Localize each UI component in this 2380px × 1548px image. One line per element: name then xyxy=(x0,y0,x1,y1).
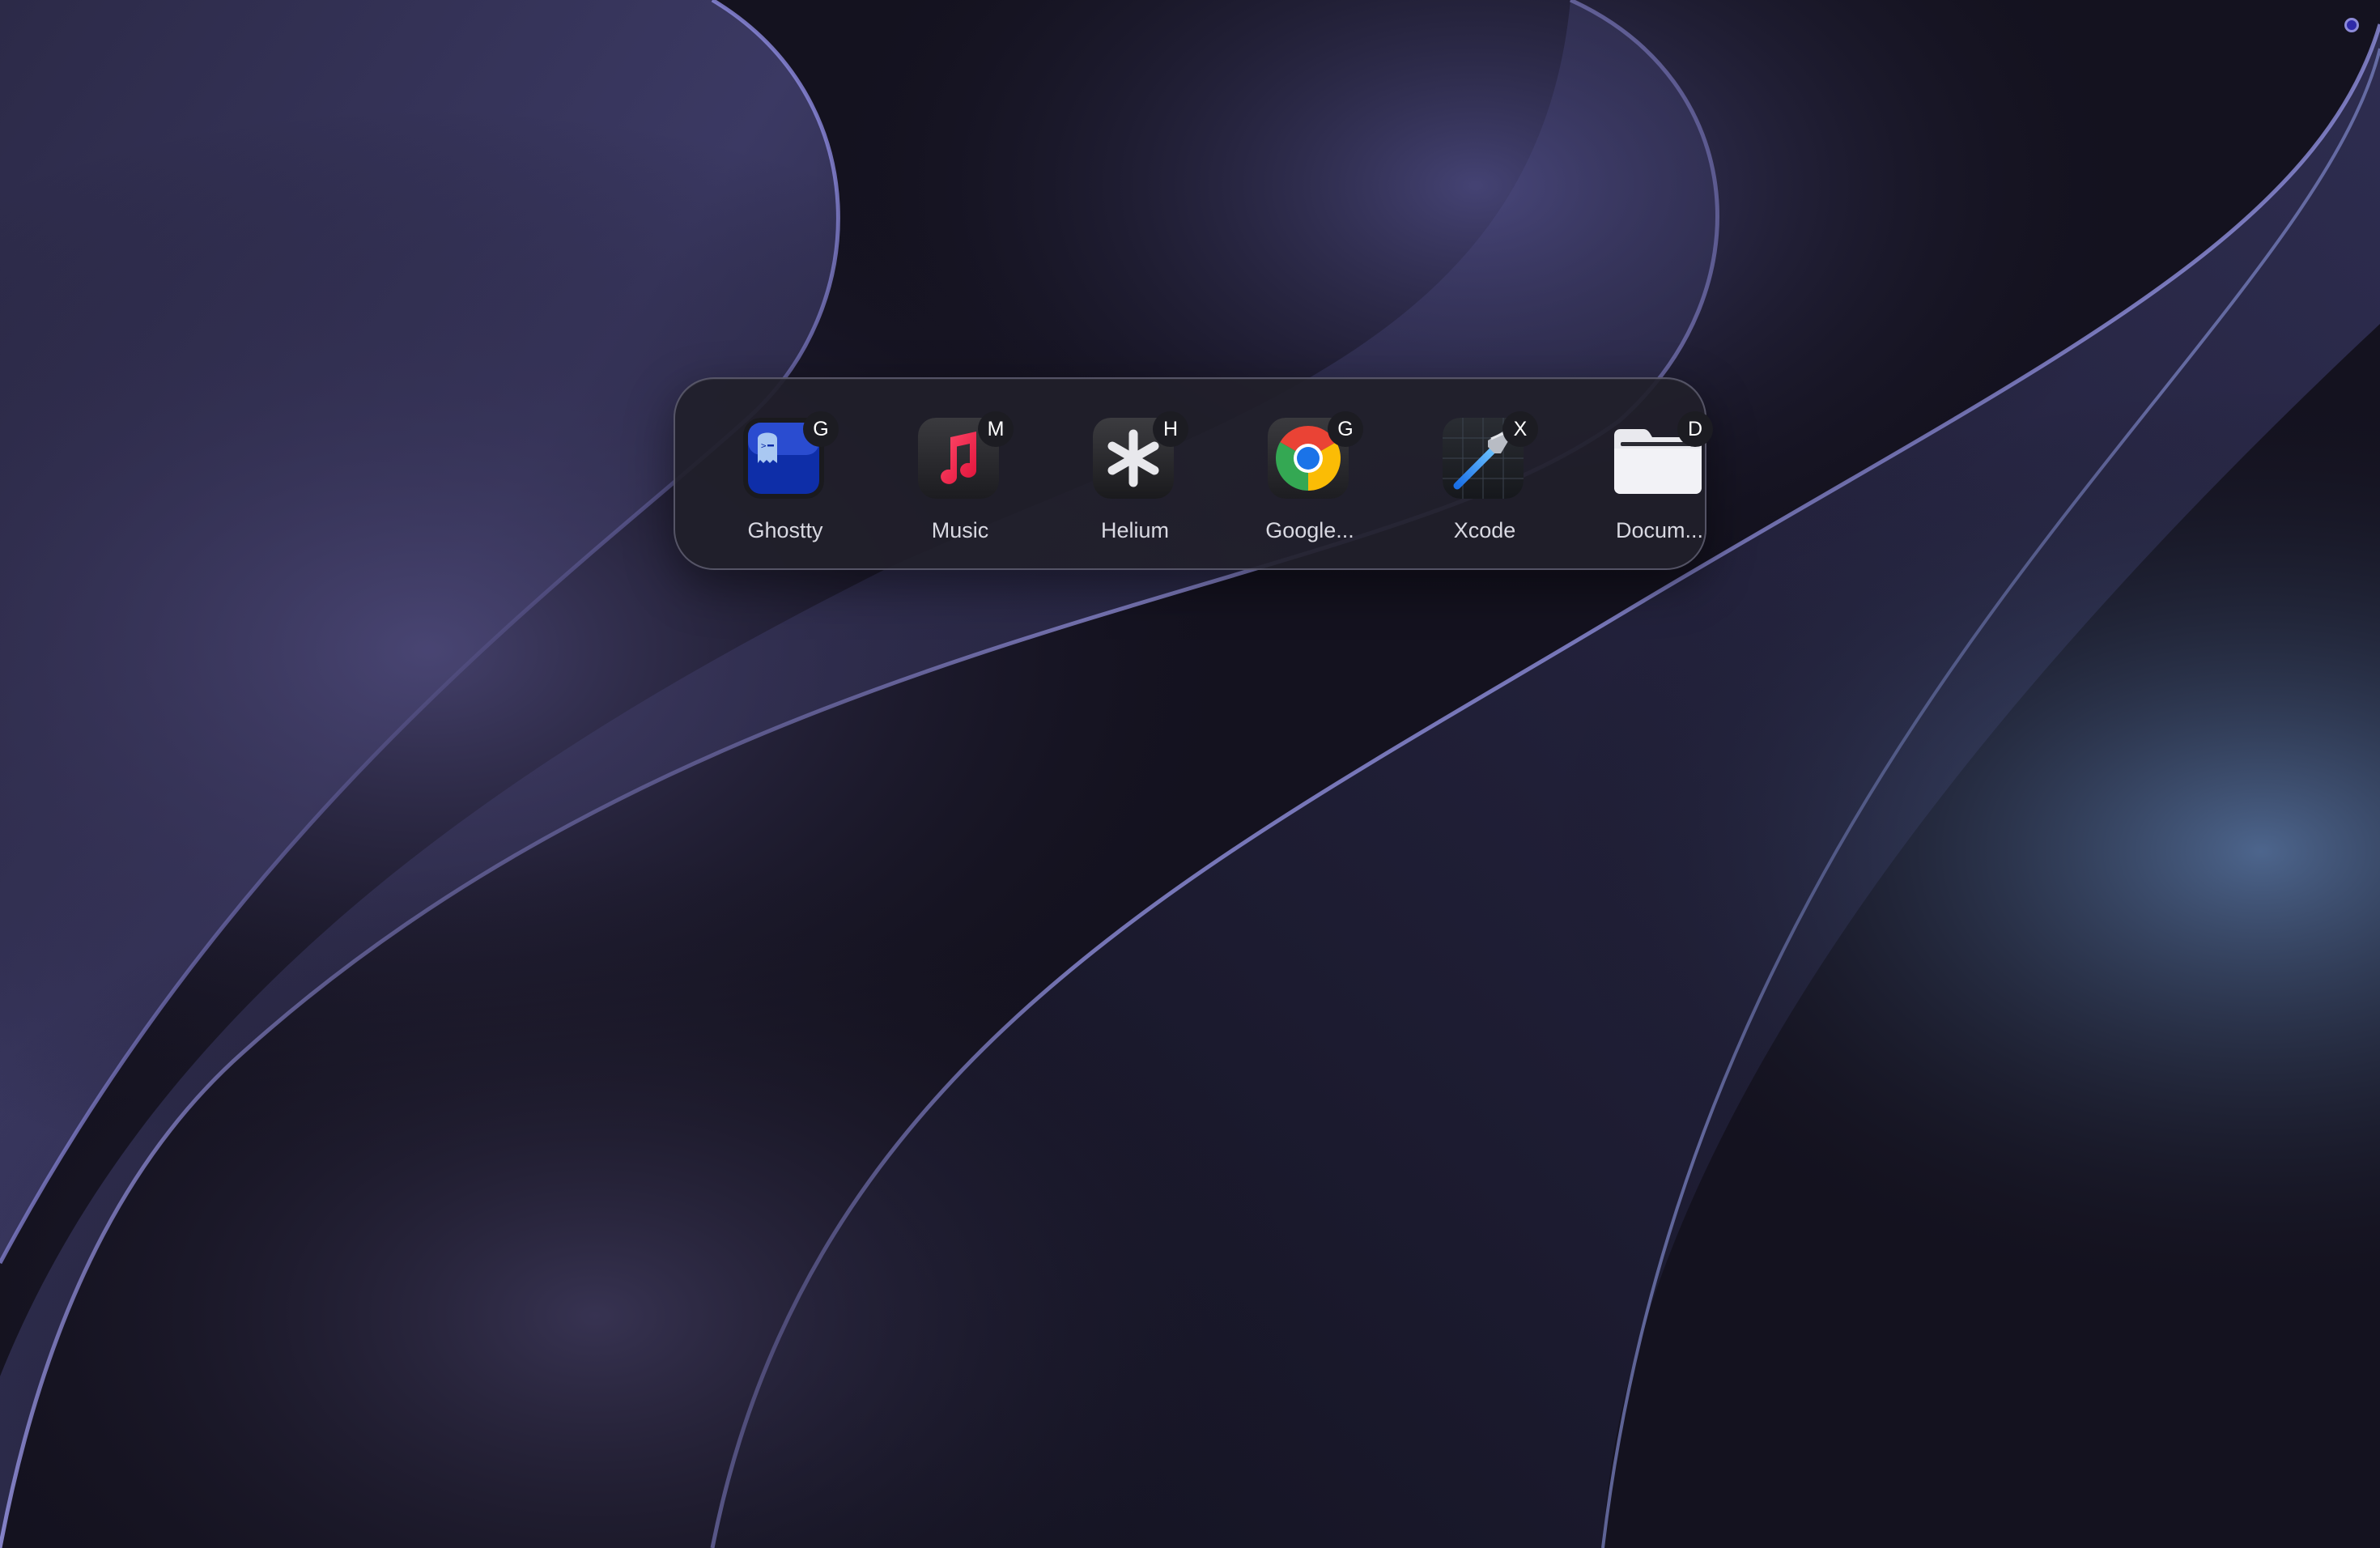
shortcut-badge: H xyxy=(1153,411,1188,447)
app-tile-google-chrome[interactable]: G Google... xyxy=(1230,379,1405,572)
app-label: Music xyxy=(931,518,989,542)
svg-text:>: > xyxy=(761,440,767,451)
status-dot-icon[interactable] xyxy=(2344,18,2359,32)
app-tile-music[interactable]: M Music xyxy=(881,379,1056,572)
shortcut-badge: X xyxy=(1502,411,1538,447)
app-label: Docum... xyxy=(1615,518,1704,542)
shortcut-badge: D xyxy=(1677,411,1713,447)
app-tile-ghostty[interactable]: > G Ghostty xyxy=(706,379,881,572)
app-tile-xcode[interactable]: X Xcode xyxy=(1405,379,1580,572)
desktop: > G Ghostty M Music H Helium G Google...… xyxy=(0,0,2380,1548)
app-label: Ghostty xyxy=(747,518,823,542)
app-label: Google... xyxy=(1265,518,1354,542)
app-label: Helium xyxy=(1100,518,1170,542)
app-switcher: > G Ghostty M Music H Helium G Google...… xyxy=(674,377,1713,572)
app-label: Xcode xyxy=(1453,518,1516,542)
wallpaper xyxy=(0,0,2380,1548)
shortcut-badge: M xyxy=(978,411,1014,447)
shortcut-badge: G xyxy=(1328,411,1363,447)
app-tile-documents[interactable]: D Docum... xyxy=(1580,379,1755,572)
app-tile-helium[interactable]: H Helium xyxy=(1056,379,1230,572)
shortcut-badge: G xyxy=(803,411,839,447)
